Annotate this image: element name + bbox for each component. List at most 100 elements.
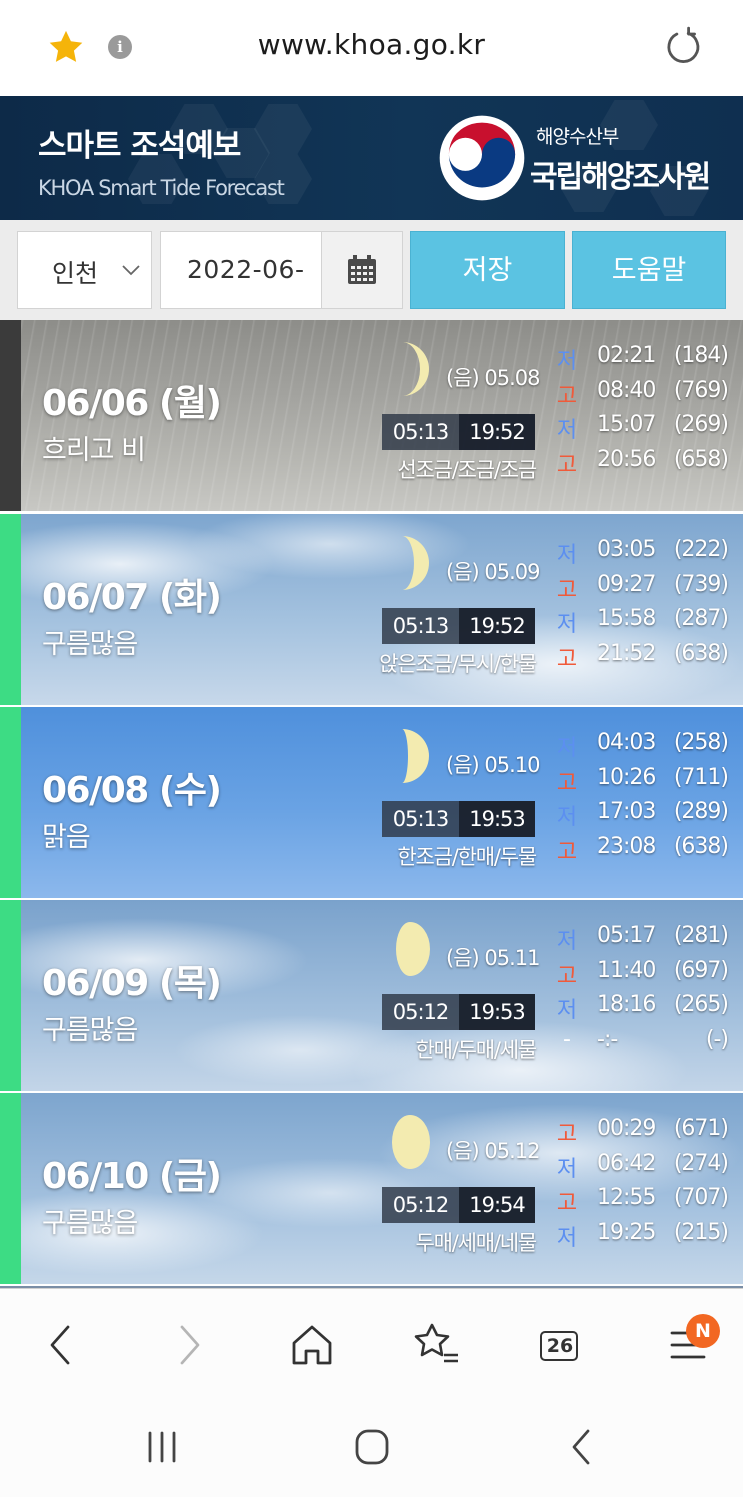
url-text[interactable]: www.khoa.go.kr: [0, 28, 743, 61]
back-nav-icon[interactable]: [560, 1427, 604, 1467]
date-input[interactable]: 2022-06-: [160, 231, 322, 309]
tide-level: (638): [673, 834, 729, 860]
sunrise-time: 05:13: [392, 614, 450, 638]
tide-time: 15:58: [597, 606, 656, 632]
forecast-day-card[interactable]: 06/08 (수) 맑음 (음) 05.10 05:13 19:53 한조금/한…: [0, 707, 743, 898]
tide-type: 고: [556, 1122, 578, 1147]
tide-row: 고 12:55 (707): [556, 1183, 736, 1218]
region-value: 인천: [52, 259, 99, 288]
tide-list: 고 00:29 (671) 저 06:42 (274) 고 12:55 (707) 저 19:…: [556, 1114, 736, 1253]
tide-time: 15:07: [597, 412, 656, 438]
forecast-day-card[interactable]: 06/07 (화) 구름많음 (음) 05.09 05:13 19:52 앉은조…: [0, 514, 743, 705]
tabs-count: 26: [546, 1335, 574, 1357]
tide-time: 00:29: [597, 1116, 656, 1141]
calendar-icon: [348, 255, 376, 284]
tide-type: 고: [556, 383, 578, 409]
tide-row: 고 08:40 (769): [556, 376, 736, 411]
tide-time: 18:16: [597, 992, 656, 1018]
tide-time: 04:03: [597, 730, 656, 755]
day-weather: 흐리고 비: [42, 435, 146, 466]
reload-icon[interactable]: [662, 26, 704, 68]
forward-icon[interactable]: [160, 1315, 220, 1375]
tide-time: 23:08: [597, 834, 656, 860]
sunset-time: 19:52: [459, 608, 535, 644]
tide-level: (184): [673, 343, 729, 368]
tide-type: 고: [556, 1191, 578, 1217]
tide-type: 저: [556, 418, 578, 444]
tide-level: (638): [673, 641, 729, 667]
moon-phase-icon: [392, 1115, 430, 1169]
tide-type: 고: [556, 453, 578, 479]
tide-row: 저 02:21 (184): [556, 341, 736, 376]
tide-level: (658): [673, 447, 729, 473]
tide-time: 12:55: [597, 1185, 656, 1211]
tabs-button[interactable]: 26: [536, 1329, 580, 1363]
tide-level: (739): [673, 571, 729, 597]
site-title: 스마트 조석예보: [38, 128, 241, 164]
tide-type: 저: [556, 929, 578, 954]
back-icon[interactable]: [30, 1315, 90, 1375]
tide-time: 20:56: [597, 447, 656, 473]
moon-phase-icon: [402, 536, 429, 590]
tide-type: 저: [556, 543, 578, 568]
sun-times: 05:12 19:54: [382, 1187, 535, 1223]
tide-time: 06:42: [597, 1150, 656, 1176]
tide-level: (222): [673, 537, 729, 562]
sunrise-time: 05:12: [392, 1193, 450, 1217]
lunar-date: (음) 05.11: [446, 946, 540, 970]
help-button[interactable]: 도움말: [572, 231, 726, 309]
tide-row: 고 11:40 (697): [556, 956, 736, 991]
tide-level: (215): [673, 1220, 729, 1246]
tide-type: -: [563, 1027, 571, 1053]
tide-type: 저: [556, 1156, 578, 1182]
tide-time: 05:17: [597, 923, 656, 948]
forecast-day-card[interactable]: 06/10 (금) 구름많음 (음) 05.12 05:12 19:54 두매/…: [0, 1093, 743, 1284]
home-icon[interactable]: [282, 1315, 342, 1375]
recent-apps-icon[interactable]: [140, 1427, 184, 1467]
moon-phase-icon: [396, 922, 430, 976]
tide-row: 저 18:16 (265): [556, 990, 736, 1025]
tide-time: 08:40: [597, 377, 656, 403]
forecast-day-card[interactable]: 06/06 (월) 흐리고 비 (음) 05.08 05:13 19:52 선조…: [0, 320, 743, 511]
tide-level: (707): [673, 1185, 729, 1211]
bookmarks-icon[interactable]: [406, 1315, 466, 1375]
region-select[interactable]: 인천: [17, 231, 152, 309]
tide-type: 고: [556, 770, 578, 796]
site-subtitle: KHOA Smart Tide Forecast: [38, 176, 285, 200]
tide-time: 19:25: [597, 1220, 656, 1246]
tide-row: 고 09:27 (739): [556, 570, 736, 605]
home-nav-icon[interactable]: [350, 1427, 394, 1467]
tide-row: 고 23:08 (638): [556, 832, 736, 867]
tide-level: (697): [673, 957, 729, 983]
tide-row: 저 06:42 (274): [556, 1149, 736, 1184]
save-button[interactable]: 저장: [410, 231, 565, 309]
tide-row: 고 20:56 (658): [556, 445, 736, 480]
moon-phase-icon: [402, 342, 429, 396]
tide-time: 03:05: [597, 537, 656, 562]
tide-level: (-): [705, 1027, 729, 1053]
sunrise-time: 05:13: [392, 420, 450, 444]
tide-row: 고 00:29 (671): [556, 1114, 736, 1149]
tide-level: (671): [673, 1116, 729, 1141]
tide-row: 저 03:05 (222): [556, 535, 736, 570]
lunar-date: (음) 05.10: [446, 753, 540, 777]
tide-time: 11:40: [597, 957, 656, 983]
tide-time: 17:03: [597, 799, 656, 825]
sunset-time: 19:52: [459, 414, 535, 450]
tide-level: (265): [673, 992, 729, 1018]
tide-type: 저: [556, 612, 578, 638]
chevron-down-icon: [122, 265, 140, 276]
tide-list: 저 03:05 (222) 고 09:27 (739) 저 15:58 (287) 고 21:…: [556, 535, 736, 674]
tide-row: 저 19:25 (215): [556, 1218, 736, 1253]
sunset-time: 19:53: [459, 801, 535, 837]
tide-type: 고: [556, 647, 578, 673]
sunrise-time: 05:12: [392, 1000, 450, 1024]
day-weather: 맑음: [42, 822, 91, 853]
tide-level: (711): [673, 764, 729, 790]
tide-type: 고: [556, 963, 578, 989]
forecast-day-card[interactable]: 06/09 (목) 구름많음 (음) 05.11 05:12 19:53 한매/…: [0, 900, 743, 1091]
day-weather: 구름많음: [42, 629, 138, 660]
tide-row: 저 17:03 (289): [556, 797, 736, 832]
calendar-button[interactable]: [321, 231, 403, 309]
tide-list: 저 02:21 (184) 고 08:40 (769) 저 15:07 (269) 고 20:…: [556, 341, 736, 480]
